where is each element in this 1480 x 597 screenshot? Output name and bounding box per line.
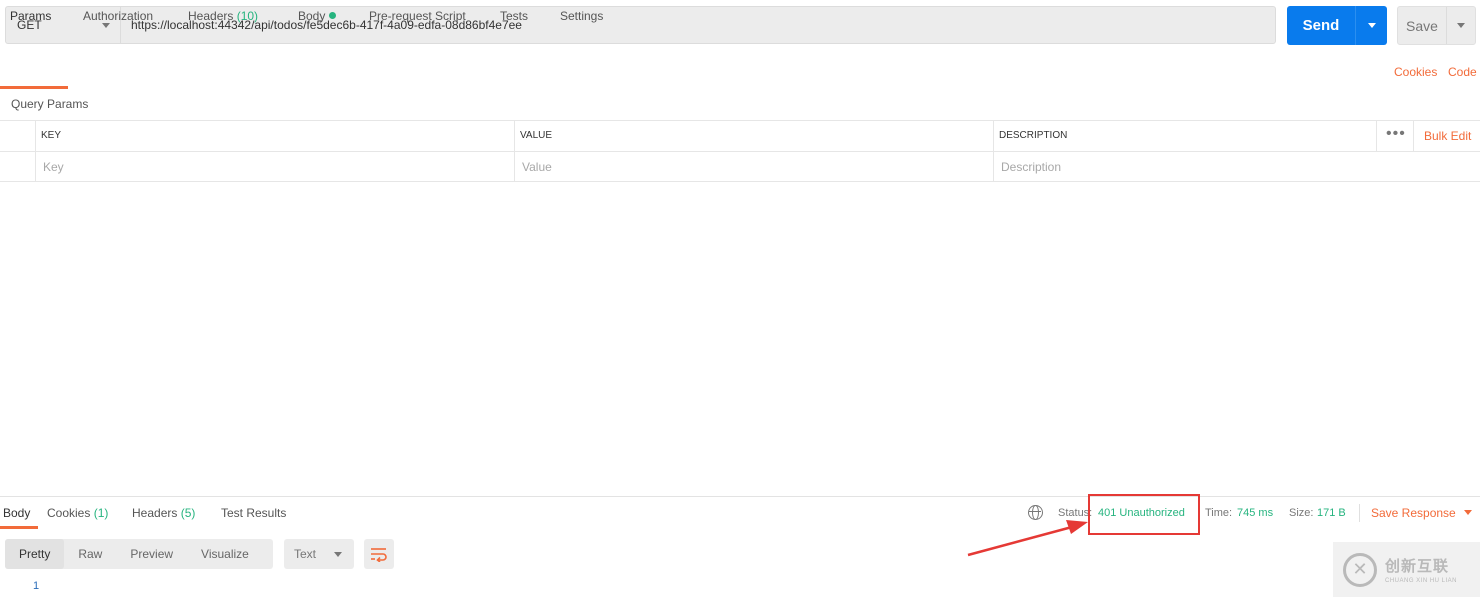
watermark-sub: CHUANG XIN HU LIAN xyxy=(1385,578,1458,584)
watermark-logo-icon: ✕ xyxy=(1343,552,1377,587)
watermark-main: 创新互联 xyxy=(1385,558,1450,575)
watermark: ✕ 创新互联 CHUANG XIN HU LIAN xyxy=(1333,542,1480,597)
watermark-text: 创新互联 CHUANG XIN HU LIAN xyxy=(1385,555,1457,584)
annotation-arrow-icon xyxy=(967,520,1088,557)
